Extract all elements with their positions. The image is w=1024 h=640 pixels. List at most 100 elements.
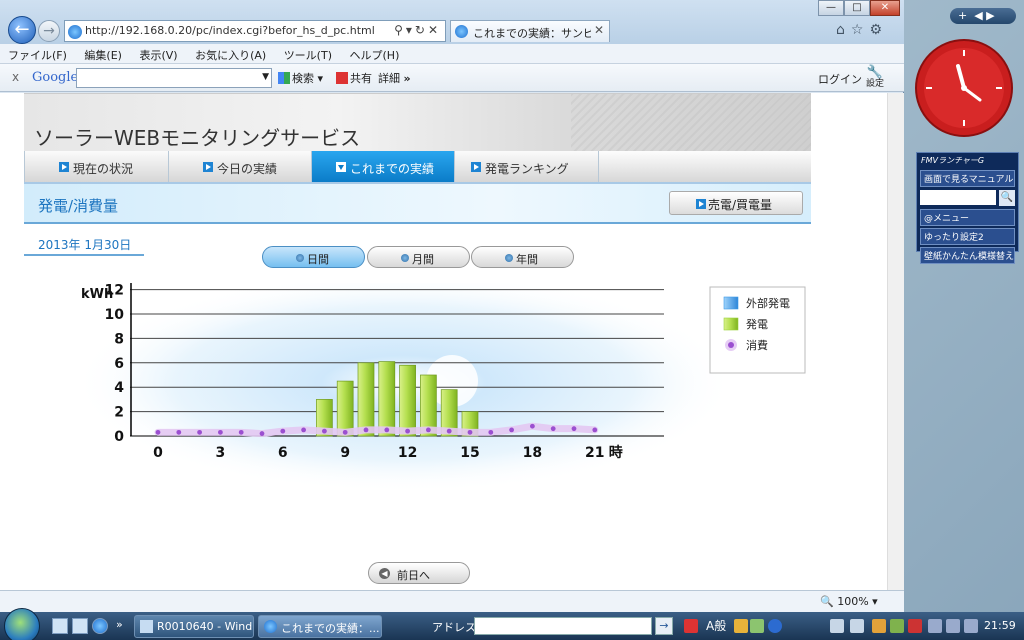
task-label: これまでの実績：...	[281, 622, 380, 635]
settings-button[interactable]: 🔧 設定	[866, 66, 884, 89]
consumption-point	[218, 429, 223, 435]
start-button[interactable]	[4, 608, 40, 640]
y-tick-label: 8	[114, 331, 124, 347]
sales-purchase-label: 売電/買電量	[708, 198, 773, 212]
consumption-point	[155, 429, 161, 435]
tab-spacer	[598, 151, 811, 182]
more-icon: »	[403, 72, 411, 85]
comfort-settings-link[interactable]: ゆったり設定2	[920, 228, 1015, 245]
menu-file[interactable]: ファイル(F)	[0, 44, 73, 63]
detail-button[interactable]: 詳細 »	[378, 70, 411, 86]
tab-label: 現在の状況	[73, 162, 134, 176]
address-bar[interactable]: http://192.168.0.20/pc/index.cgi?befor_h…	[64, 20, 446, 42]
x-axis-label: 時	[609, 444, 623, 461]
taskbar-clock[interactable]: 21:59	[984, 619, 1016, 632]
tray-icon-4[interactable]	[850, 619, 864, 633]
login-link[interactable]: ログイン	[818, 71, 862, 87]
browser-tab[interactable]: これまでの実績：サンピ... ✕	[450, 20, 610, 42]
taskbar-address-input[interactable]	[474, 617, 652, 635]
google-search-input[interactable]	[77, 69, 257, 87]
volume-icon[interactable]	[946, 619, 960, 633]
clock-gadget	[915, 39, 1013, 137]
consumption-point	[197, 429, 203, 435]
ie-page-icon	[68, 25, 82, 39]
ie-quicklaunch-icon[interactable]	[92, 618, 108, 634]
menu-edit[interactable]: 編集(E)	[76, 44, 128, 63]
google-search-label: 検索	[292, 72, 314, 85]
home-favorites-tools-icons[interactable]: ⌂☆⚙	[836, 22, 888, 38]
forward-button[interactable]: →	[38, 20, 60, 42]
tray-icon-7[interactable]	[908, 619, 922, 633]
google-search-button[interactable]: 検索 ▾	[278, 70, 323, 86]
address-url[interactable]: http://192.168.0.20/pc/index.cgi?befor_h…	[85, 24, 375, 37]
legend-label: 発電	[746, 317, 768, 331]
arrow-icon	[696, 199, 706, 209]
show-desktop-icon[interactable]	[52, 618, 68, 634]
task-window-explorer[interactable]: R0010640 - Wind...	[134, 615, 254, 638]
menu-bar: ファイル(F) 編集(E) 表示(V) お気に入り(A) ツール(T) ヘルプ(…	[0, 44, 904, 64]
fmv-search[interactable]: 🔍	[920, 190, 1015, 206]
tab-label: これまでの実績	[350, 162, 435, 176]
go-arrow-icon[interactable]: →	[655, 617, 673, 635]
tray-icon-6[interactable]	[890, 619, 904, 633]
menu-tools[interactable]: ツール(T)	[276, 44, 338, 63]
sidebar-controls[interactable]: + ◀ ▶	[950, 8, 1016, 24]
zoom-control[interactable]: 🔍 100% ▾	[820, 595, 878, 608]
chevron-right-icon[interactable]: »	[116, 618, 123, 631]
tab-history[interactable]: これまでの実績	[311, 151, 454, 182]
period-day-button[interactable]: 日間	[262, 246, 365, 268]
radio-dot-icon	[401, 254, 409, 262]
task-ie-window[interactable]: これまでの実績：...	[258, 615, 382, 638]
google-search-box[interactable]: ▼	[76, 68, 272, 88]
fmv-search-input[interactable]	[920, 190, 996, 205]
close-window-button[interactable]: ✕	[870, 0, 900, 16]
ie-task-icon	[264, 620, 277, 633]
consumption-point	[176, 429, 182, 435]
maximize-button[interactable]: □	[844, 0, 870, 16]
sales-purchase-button[interactable]: 売電/買電量	[669, 191, 803, 215]
legend-swatch	[723, 317, 739, 331]
tab-today[interactable]: 今日の実績	[168, 151, 311, 182]
tray-icon-1[interactable]	[734, 619, 748, 633]
menu-help[interactable]: ヘルプ(H)	[342, 44, 406, 63]
vertical-scrollbar[interactable]	[887, 93, 904, 590]
period-month-button[interactable]: 月間	[367, 246, 470, 268]
tray-app-icon[interactable]	[684, 619, 698, 633]
tray-icon-3[interactable]	[830, 619, 844, 633]
battery-icon[interactable]	[964, 619, 978, 633]
period-label: 日間	[307, 253, 329, 266]
back-button[interactable]: ←	[8, 16, 36, 44]
tray-icon-2[interactable]	[750, 619, 764, 633]
consumption-point	[363, 427, 369, 433]
manual-link[interactable]: 画面で見るマニュアル	[920, 170, 1015, 187]
help-icon[interactable]	[768, 619, 782, 633]
menu-link[interactable]: @メニュー	[920, 209, 1015, 226]
previous-day-button[interactable]: ◀ 前日へ	[368, 562, 470, 584]
toolbar-close-icon[interactable]: x	[12, 70, 19, 84]
tab-current-status[interactable]: 現在の状況	[24, 151, 168, 182]
network-icon[interactable]	[928, 619, 942, 633]
tray-icon-5[interactable]	[872, 619, 886, 633]
tab-title: これまでの実績：サンピ...	[473, 27, 591, 40]
y-tick-label: 2	[114, 405, 124, 421]
wallpaper-link[interactable]: 壁紙かんたん模様替え	[920, 247, 1015, 264]
address-tools-icons[interactable]: ⚲▾↻✕	[394, 23, 441, 37]
share-button[interactable]: 共有	[336, 70, 372, 86]
browser-window: ← → http://192.168.0.20/pc/index.cgi?bef…	[0, 0, 904, 612]
consumption-point	[405, 428, 410, 434]
task-label: R0010640 - Wind...	[157, 620, 254, 633]
ime-indicator[interactable]: A般	[706, 617, 726, 634]
search-icon[interactable]: 🔍	[999, 190, 1015, 206]
menu-view[interactable]: 表示(V)	[131, 44, 183, 63]
minimize-button[interactable]: —	[818, 0, 844, 16]
period-year-button[interactable]: 年間	[471, 246, 574, 268]
chevron-down-icon[interactable]: ▼	[262, 72, 269, 82]
header-decoration	[571, 94, 811, 152]
generation-bar	[378, 361, 396, 437]
period-label: 月間	[412, 253, 434, 266]
date-label: 2013年 1月30日	[24, 236, 144, 256]
tab-close-icon[interactable]: ✕	[594, 23, 604, 37]
tab-ranking[interactable]: 発電ランキング	[454, 151, 598, 182]
switch-windows-icon[interactable]	[72, 618, 88, 634]
menu-favorites[interactable]: お気に入り(A)	[187, 44, 272, 63]
